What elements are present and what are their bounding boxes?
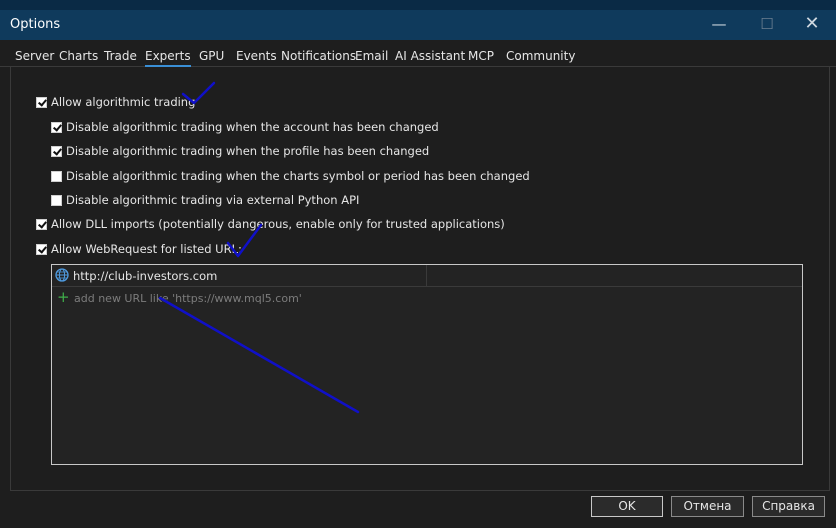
allow-dll-imports-checkbox[interactable]: [36, 218, 47, 230]
title-bar-top-strip: [0, 0, 836, 10]
tab-mcp[interactable]: MCP: [468, 49, 494, 63]
help-button[interactable]: Справка: [752, 496, 825, 517]
disable-via-python-option[interactable]: Disable algorithmic trading via external…: [51, 193, 359, 207]
maximize-icon[interactable]: ☐: [754, 12, 780, 36]
allow-algo-trading-checkbox[interactable]: [36, 96, 47, 108]
tab-notifications[interactable]: Notifications: [281, 49, 356, 63]
cancel-button[interactable]: Отмена: [671, 496, 744, 517]
ok-button[interactable]: OK: [591, 496, 663, 517]
title-bar: Options — ☐ ✕: [0, 0, 836, 40]
plus-icon[interactable]: +: [57, 288, 70, 306]
options-dialog: Options — ☐ ✕ Server Charts Trade Expert…: [0, 0, 836, 528]
tab-events[interactable]: Events: [236, 49, 277, 63]
tab-experts[interactable]: Experts: [145, 49, 191, 67]
disable-on-profile-change-label: Disable algorithmic trading when the pro…: [66, 144, 430, 158]
allow-webrequest-label: Allow WebRequest for listed URL:: [51, 242, 242, 256]
disable-on-profile-change-option[interactable]: Disable algorithmic trading when the pro…: [51, 144, 429, 158]
url-list-item-text[interactable]: http://club-investors.com: [73, 269, 217, 283]
allow-webrequest-option[interactable]: Allow WebRequest for listed URL:: [36, 242, 242, 256]
allow-dll-imports-option[interactable]: Allow DLL imports (potentially dangerous…: [36, 217, 505, 231]
tab-email[interactable]: Email: [355, 49, 388, 63]
disable-on-account-change-checkbox[interactable]: [51, 121, 62, 133]
tab-gpu[interactable]: GPU: [199, 49, 224, 63]
allow-webrequest-checkbox[interactable]: [36, 243, 47, 255]
url-list-column-divider: [426, 265, 427, 286]
disable-on-symbol-change-label: Disable algorithmic trading when the cha…: [66, 169, 530, 183]
disable-on-symbol-change-option[interactable]: Disable algorithmic trading when the cha…: [51, 169, 530, 183]
tab-community[interactable]: Community: [506, 49, 575, 63]
disable-on-account-change-label: Disable algorithmic trading when the acc…: [66, 120, 439, 134]
disable-via-python-checkbox[interactable]: [51, 194, 62, 206]
allow-algo-trading-label: Allow algorithmic trading: [51, 95, 196, 109]
disable-on-symbol-change-checkbox[interactable]: [51, 170, 62, 182]
url-list: http://club-investors.com +: [51, 264, 803, 465]
globe-icon: [55, 268, 69, 282]
minimize-icon[interactable]: —: [706, 12, 732, 36]
add-url-input[interactable]: [72, 289, 376, 307]
disable-on-account-change-option[interactable]: Disable algorithmic trading when the acc…: [51, 120, 439, 134]
window-title: Options: [10, 17, 61, 32]
disable-via-python-label: Disable algorithmic trading via external…: [66, 193, 360, 207]
allow-algo-trading-option[interactable]: Allow algorithmic trading: [36, 95, 195, 109]
add-url-row[interactable]: +: [52, 287, 802, 308]
tab-bar: Server Charts Trade Experts GPU Events N…: [0, 44, 836, 67]
tab-charts[interactable]: Charts: [59, 49, 98, 63]
close-icon[interactable]: ✕: [799, 12, 825, 36]
disable-on-profile-change-checkbox[interactable]: [51, 145, 62, 157]
tab-trade[interactable]: Trade: [104, 49, 137, 63]
tab-server[interactable]: Server: [15, 49, 54, 63]
url-list-item[interactable]: http://club-investors.com: [52, 265, 802, 287]
allow-dll-imports-label: Allow DLL imports (potentially dangerous…: [51, 217, 505, 231]
tab-ai-assistant[interactable]: AI Assistant: [395, 49, 465, 63]
